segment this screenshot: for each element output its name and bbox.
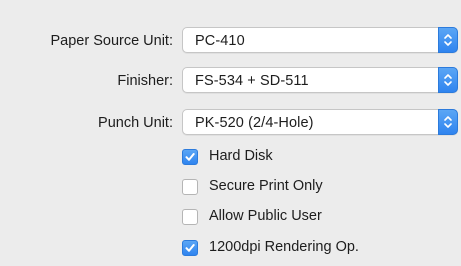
hard-disk-option[interactable]: Hard Disk — [182, 147, 452, 167]
punch-unit-row: Punch Unit: PK-520 (2/4-Hole) — [0, 109, 461, 137]
checkmark-icon — [185, 153, 195, 161]
finisher-row: Finisher: FS-534 + SD-511 — [0, 67, 461, 95]
printer-options-panel: Paper Source Unit: PC-410 Finisher: FS-5… — [0, 0, 461, 266]
rendering-option[interactable]: 1200dpi Rendering Op. — [182, 238, 452, 258]
paper-source-row: Paper Source Unit: PC-410 — [0, 27, 461, 55]
paper-source-label: Paper Source Unit: — [50, 33, 173, 49]
rendering-label: 1200dpi Rendering Op. — [209, 239, 359, 255]
allow-public-user-option[interactable]: Allow Public User — [182, 207, 452, 227]
checkmark-icon — [185, 244, 195, 252]
finisher-label: Finisher: — [117, 73, 173, 89]
up-down-chevron-icon — [438, 109, 458, 135]
paper-source-popup[interactable]: PC-410 — [182, 27, 458, 53]
finisher-popup[interactable]: FS-534 + SD-511 — [182, 67, 458, 93]
rendering-checkbox[interactable] — [182, 240, 198, 256]
hard-disk-checkbox[interactable] — [182, 149, 198, 165]
up-down-chevron-icon — [438, 27, 458, 53]
paper-source-value: PC-410 — [195, 33, 245, 49]
secure-print-only-option[interactable]: Secure Print Only — [182, 177, 452, 197]
up-down-chevron-icon — [438, 67, 458, 93]
secure-print-only-checkbox[interactable] — [182, 179, 198, 195]
allow-public-user-label: Allow Public User — [209, 208, 322, 224]
punch-unit-popup[interactable]: PK-520 (2/4-Hole) — [182, 109, 458, 135]
finisher-value: FS-534 + SD-511 — [195, 73, 309, 89]
punch-unit-value: PK-520 (2/4-Hole) — [195, 115, 314, 131]
hard-disk-label: Hard Disk — [209, 148, 273, 164]
allow-public-user-checkbox[interactable] — [182, 209, 198, 225]
punch-unit-label: Punch Unit: — [98, 115, 173, 131]
secure-print-only-label: Secure Print Only — [209, 178, 323, 194]
